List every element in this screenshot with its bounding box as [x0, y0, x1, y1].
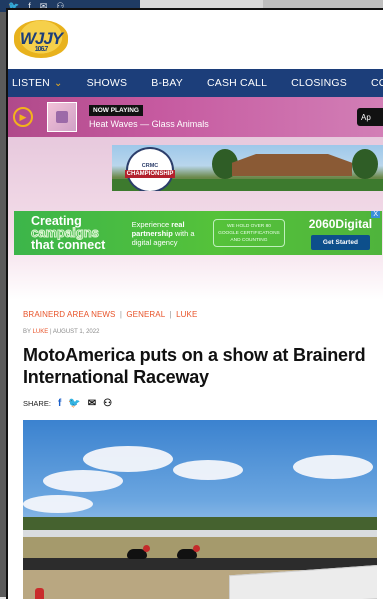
article: BRAINERD AREA NEWS | GENERAL | LUKE BY L… — [8, 300, 383, 599]
ad-headline: Creating campaigns that connect — [31, 214, 106, 252]
browser-window: WJJY 106.7 LISTEN ⌄ SHOWS B-BAY CASH CAL… — [6, 8, 383, 599]
ad-close-icon[interactable]: X — [371, 211, 380, 218]
author-link[interactable]: LUKE — [33, 329, 49, 335]
app-store-badge[interactable]: Ap — [357, 108, 383, 126]
article-title: MotoAmerica puts on a show at Brainerd I… — [23, 345, 366, 387]
nav-item-community[interactable]: COMMUNITY — [359, 77, 383, 89]
logo-frequency: 106.7 — [34, 46, 48, 53]
share-label: SHARE: — [23, 399, 51, 408]
now-playing-badge: NOW PLAYING — [89, 105, 143, 116]
main-nav: LISTEN ⌄ SHOWS B-BAY CASH CALL CLOSINGS … — [8, 69, 383, 97]
site-header: WJJY 106.7 — [8, 10, 383, 69]
nav-item-closings[interactable]: CLOSINGS — [279, 77, 359, 89]
crmc-seal: CRMC CHAMPIONSHIP — [124, 147, 176, 191]
nav-item-b-bay[interactable]: B-BAY — [139, 77, 195, 89]
share-bar: SHARE: f 🐦 ✉ ⚇ — [23, 398, 370, 409]
motorcycle-rider — [127, 545, 150, 559]
crmc-banner-ad[interactable]: CRMC CHAMPIONSHIP — [112, 145, 383, 191]
play-button[interactable]: ▶ — [13, 107, 33, 127]
now-playing-track[interactable]: Heat Waves — Glass Animals — [89, 119, 209, 129]
article-photo[interactable] — [23, 420, 377, 599]
motorcycle-rider — [177, 545, 200, 559]
category-link[interactable]: BRAINERD AREA NEWS — [23, 310, 116, 319]
ad-brand-block: 2060Digital Get Started — [299, 217, 382, 250]
nav-item-cash-call[interactable]: CASH CALL — [195, 77, 279, 89]
play-icon: ▶ — [19, 111, 27, 122]
article-categories: BRAINERD AREA NEWS | GENERAL | LUKE — [23, 310, 198, 319]
ad-brand: 2060Digital — [308, 216, 373, 231]
background-strip — [263, 0, 383, 8]
category-link[interactable]: GENERAL — [126, 310, 165, 319]
digital-agency-ad[interactable]: Creating campaigns that connect Experien… — [14, 211, 382, 255]
lodge-graphic — [232, 154, 352, 176]
get-started-button[interactable]: Get Started — [310, 234, 370, 250]
publish-date: AUGUST 1, 2022 — [52, 329, 100, 335]
now-playing-info: NOW PLAYING Heat Waves — Glass Animals — [89, 105, 209, 129]
station-logo[interactable]: WJJY 106.7 — [14, 20, 68, 58]
facebook-icon[interactable]: f — [58, 398, 61, 409]
ad-area: CRMC CHAMPIONSHIP Creating campaigns tha… — [8, 137, 383, 300]
chevron-down-icon: ⌄ — [53, 77, 63, 89]
category-link[interactable]: LUKE — [176, 310, 197, 319]
nav-item-listen[interactable]: LISTEN ⌄ — [8, 77, 75, 89]
ad-copy: Experience real partnership with a digit… — [131, 219, 195, 247]
fire-extinguisher — [35, 588, 44, 599]
link-icon[interactable]: ⚇ — [103, 398, 112, 409]
now-playing-bar: ▶ NOW PLAYING Heat Waves — Glass Animals… — [8, 97, 383, 137]
ad-certification-badge: WE HOLD OVER 80 GOOGLE CERTIFICATIONS AN… — [213, 219, 285, 247]
twitter-icon[interactable]: 🐦 — [68, 398, 80, 409]
email-icon[interactable]: ✉ — [88, 398, 96, 409]
tree-graphic — [352, 149, 378, 179]
byline: BY LUKE | AUGUST 1, 2022 — [23, 329, 100, 335]
nav-item-shows[interactable]: SHOWS — [75, 77, 140, 89]
album-art — [47, 102, 77, 132]
